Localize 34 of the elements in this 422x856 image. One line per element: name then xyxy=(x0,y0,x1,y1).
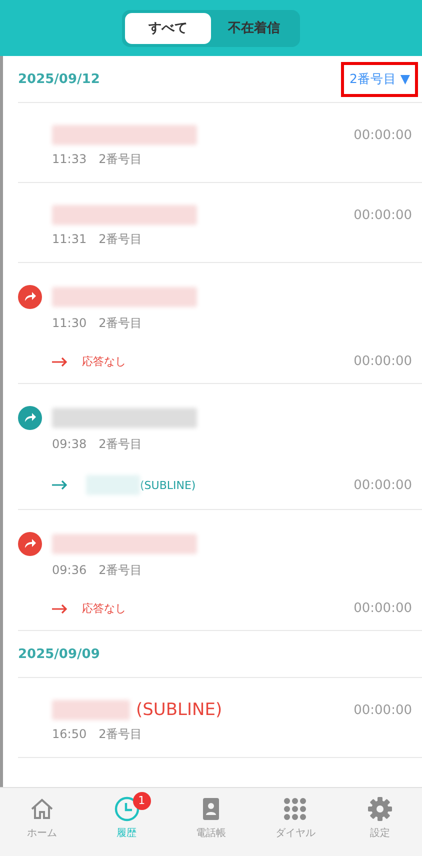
right-arrow-icon xyxy=(52,356,68,366)
clock-icon xyxy=(114,796,140,822)
call-duration: 00:00:00 xyxy=(354,128,412,142)
call-duration: 00:00:00 xyxy=(354,208,412,222)
nav-tab[interactable]: 設定 xyxy=(338,788,422,856)
line-suffix: (SUBLINE) xyxy=(136,700,222,720)
route-status: (SUBLINE) xyxy=(140,478,196,492)
right-arrow-icon xyxy=(52,604,68,614)
line-filter-dropdown[interactable]: 2番号目 ▼ xyxy=(341,62,418,96)
call-time-line: 11:31 2番号目 xyxy=(52,231,144,248)
date-heading: 2025/09/12 xyxy=(18,72,100,86)
call-time-line: 09:38 2番号目 xyxy=(52,436,144,453)
notification-badge: 1 xyxy=(132,792,151,810)
call-duration: 00:00:00 xyxy=(354,478,412,492)
call-time-line: 11:30 2番号目 xyxy=(52,315,144,332)
call-duration: 00:00:00 xyxy=(354,702,412,718)
call-time-line: 09:36 2番号目 xyxy=(52,562,144,579)
call-time-line: 16:50 2番号目 xyxy=(52,726,144,743)
call-duration: 00:00:00 xyxy=(354,601,412,616)
nav-tab[interactable]: 電話帳 xyxy=(168,788,254,856)
filter-tab[interactable]: すべて xyxy=(125,12,211,44)
nav-tab[interactable]: ダイヤル xyxy=(253,788,338,856)
settings-icon xyxy=(366,796,393,822)
call-time-line: 11:33 2番号目 xyxy=(52,151,144,168)
route-status: 応答なし xyxy=(82,601,126,616)
right-arrow-icon xyxy=(52,480,68,490)
date-heading: 2025/09/09 xyxy=(18,646,100,662)
keypad-icon xyxy=(282,796,308,822)
filter-tab[interactable]: 不在着信 xyxy=(211,12,297,44)
call-duration: 00:00:00 xyxy=(354,354,412,369)
home-icon xyxy=(29,796,56,822)
nav-tab[interactable]: ホーム xyxy=(0,788,84,856)
route-status: 応答なし xyxy=(82,354,126,369)
nav-tab[interactable]: 履歴 1 xyxy=(84,788,169,856)
